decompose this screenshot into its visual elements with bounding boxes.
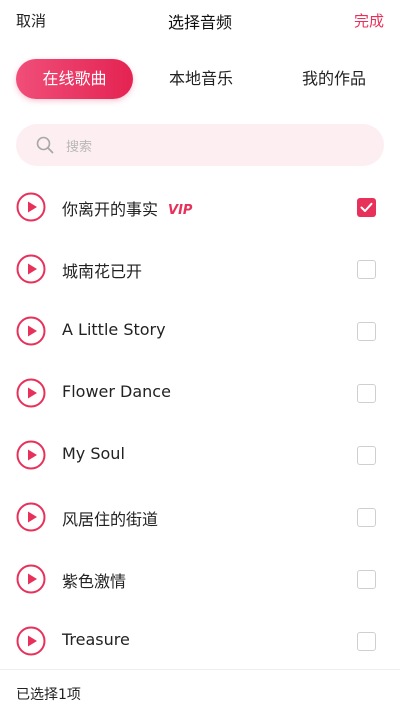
tab-my-works[interactable]: 我的作品 — [284, 59, 384, 99]
song-checkbox[interactable] — [357, 384, 376, 403]
song-checkbox[interactable] — [357, 508, 376, 527]
play-icon[interactable] — [16, 564, 46, 594]
song-row[interactable]: 紫色激情 — [0, 548, 400, 610]
tab-local-music[interactable]: 本地音乐 — [156, 59, 246, 99]
song-checkbox[interactable] — [357, 570, 376, 589]
search-icon — [36, 136, 54, 154]
song-row[interactable]: Flower Dance — [0, 362, 400, 424]
song-title: 紫色激情 — [62, 572, 127, 591]
play-icon[interactable] — [16, 378, 46, 408]
song-title: A Little Story — [62, 320, 166, 339]
done-button[interactable]: 完成 — [354, 10, 384, 31]
song-row[interactable]: Treasure — [0, 610, 400, 672]
play-icon[interactable] — [16, 254, 46, 284]
play-icon[interactable] — [16, 626, 46, 656]
play-icon[interactable] — [16, 192, 46, 222]
song-row[interactable]: My Soul — [0, 424, 400, 486]
song-title: Flower Dance — [62, 382, 171, 401]
play-icon[interactable] — [16, 440, 46, 470]
song-title: 风居住的街道 — [62, 510, 159, 529]
song-title: Treasure — [62, 630, 130, 649]
song-title: 城南花已开 — [62, 262, 143, 281]
song-row[interactable]: 你离开的事实 VIP — [0, 176, 400, 238]
search-input[interactable]: 搜索 — [16, 124, 384, 166]
song-title: 你离开的事实 VIP — [62, 200, 193, 219]
header-bar: 取消 选择音频 完成 — [0, 0, 400, 40]
song-checkbox[interactable] — [357, 446, 376, 465]
song-checkbox[interactable] — [357, 632, 376, 651]
song-checkbox[interactable] — [357, 260, 376, 279]
selected-count: 已选择1项 — [16, 687, 81, 703]
play-icon[interactable] — [16, 316, 46, 346]
song-title: My Soul — [62, 444, 125, 463]
song-row[interactable]: 城南花已开 — [0, 238, 400, 300]
search-placeholder: 搜索 — [66, 140, 93, 155]
tab-online-songs[interactable]: 在线歌曲 — [16, 59, 133, 99]
check-icon — [360, 202, 373, 212]
selection-footer: 已选择1项 — [0, 669, 400, 710]
song-row[interactable]: A Little Story — [0, 300, 400, 362]
song-checkbox[interactable] — [357, 322, 376, 341]
page-title: 选择音频 — [167, 13, 232, 32]
song-checkbox[interactable] — [357, 198, 376, 217]
play-icon[interactable] — [16, 502, 46, 532]
vip-badge: VIP — [168, 203, 193, 218]
song-row[interactable]: 风居住的街道 — [0, 486, 400, 548]
tab-bar: 在线歌曲 本地音乐 我的作品 — [16, 59, 384, 99]
